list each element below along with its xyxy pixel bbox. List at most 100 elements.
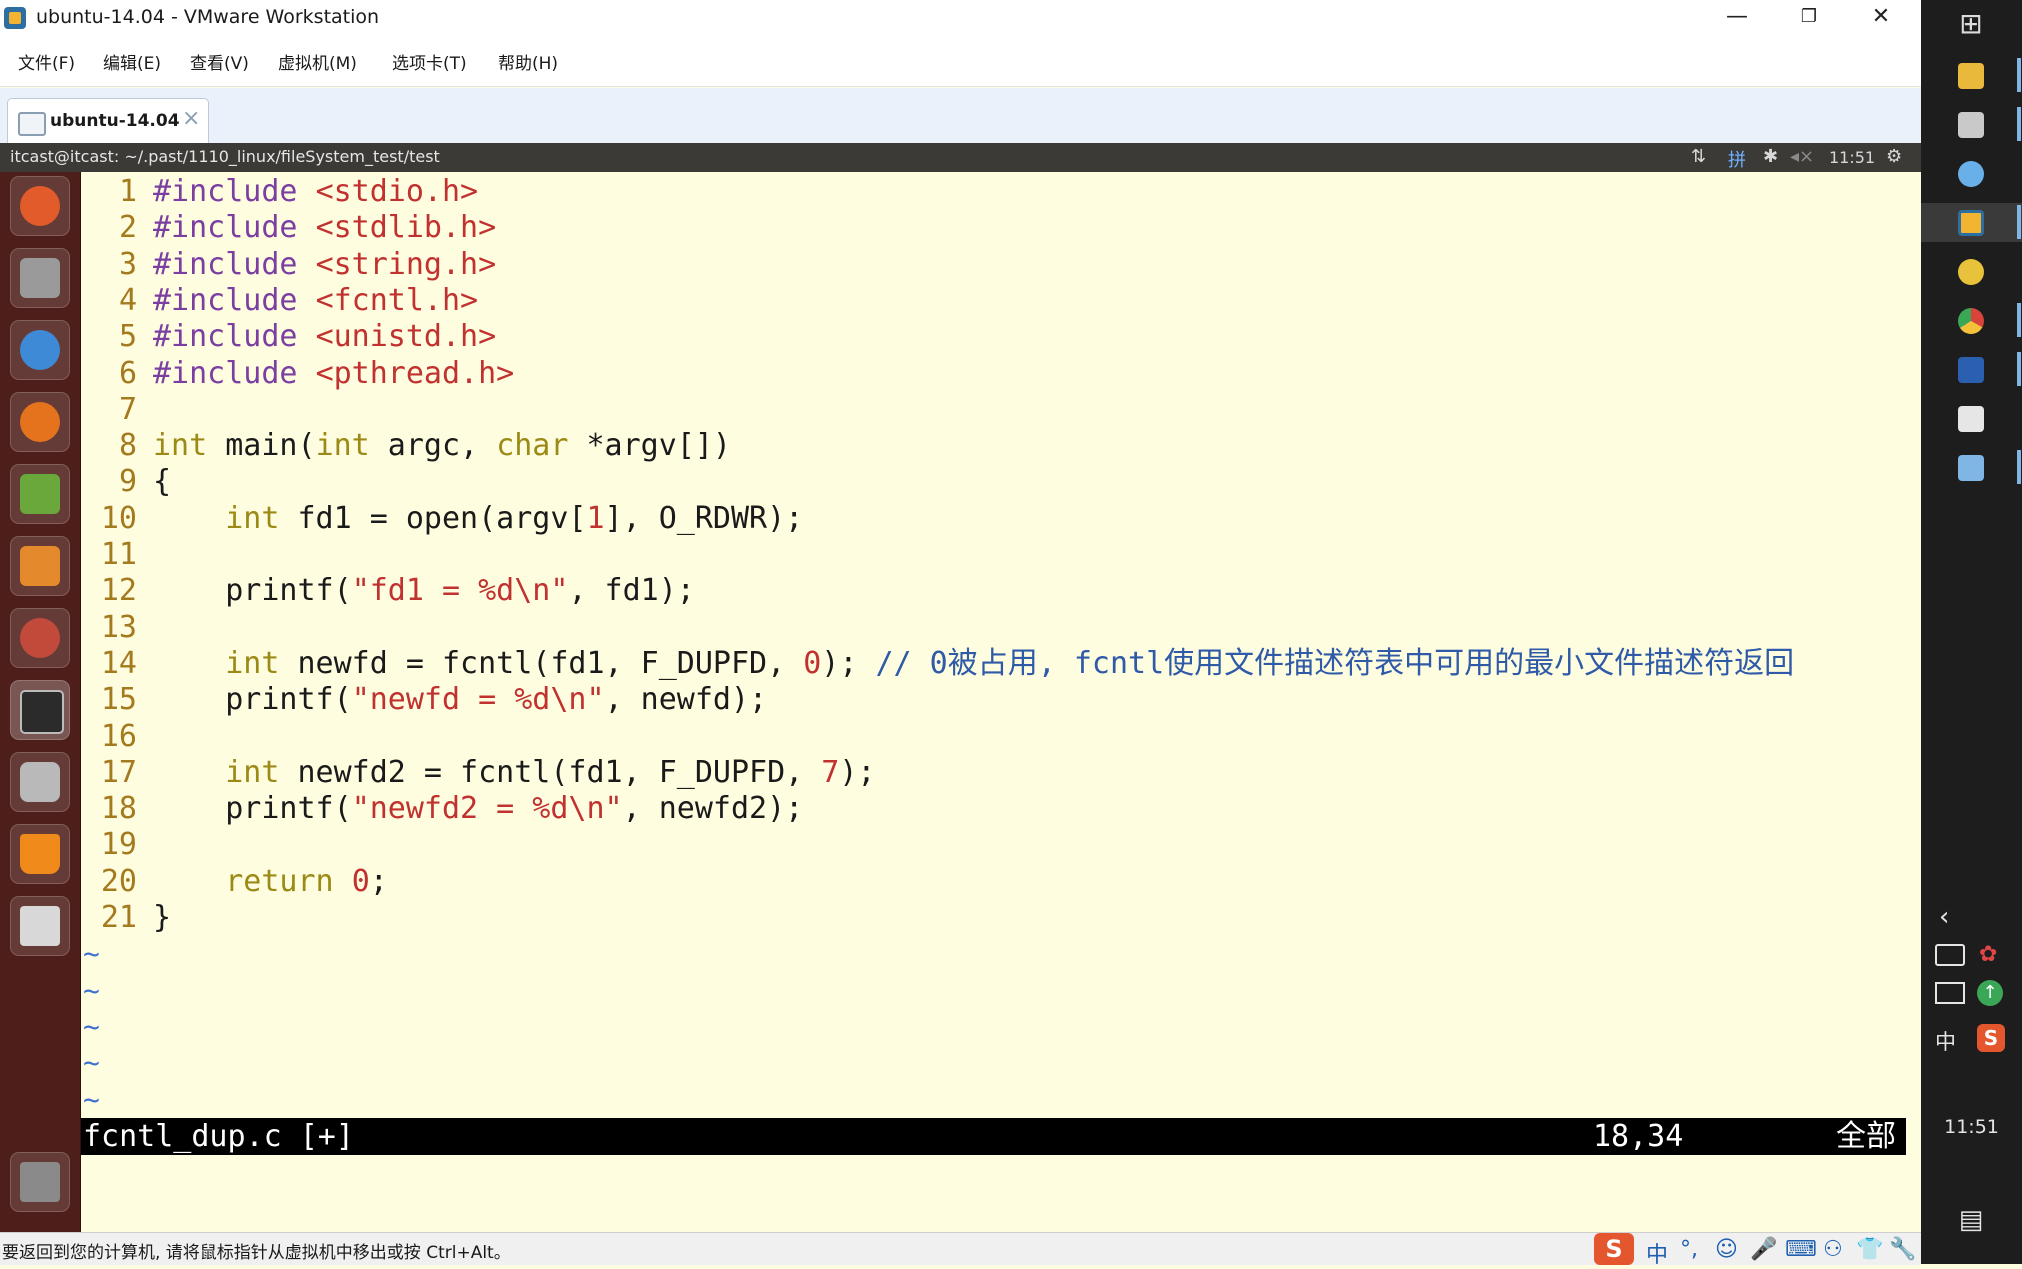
vm-tab-label: ubuntu-14.04 [50, 111, 180, 131]
sogou-ime-icon[interactable]: S [1594, 1233, 1634, 1265]
vm-tab-ubuntu[interactable]: ubuntu-14.04 × [7, 98, 209, 144]
ime-language[interactable]: 中 [1646, 1237, 1668, 1269]
code-line[interactable]: 18 printf("newfd2 = %d\n", newfd2); [81, 791, 803, 827]
vim-cursor-position: 18,34 [1593, 1119, 1684, 1154]
chevron-left-icon[interactable]: ‹ [1939, 902, 1949, 932]
code-line[interactable]: 3 #include <string.h> [81, 247, 496, 283]
battery-icon[interactable] [1935, 944, 1965, 966]
close-button[interactable]: ✕ [1845, 0, 1917, 36]
code-line[interactable]: 1 #include <stdio.h> [81, 174, 478, 210]
taskbar-app-paint[interactable] [1949, 152, 1993, 196]
menu-tabs[interactable]: 选项卡(T) [392, 49, 467, 74]
taskbar-app-word[interactable] [1949, 348, 1993, 392]
code-line[interactable]: 6 #include <pthread.h> [81, 356, 514, 392]
launcher-item-book[interactable] [10, 464, 70, 524]
menu-help[interactable]: 帮助(H) [498, 49, 558, 74]
wrench-icon[interactable]: 🔧 [1889, 1237, 1916, 1262]
line-number: 19 [100, 827, 137, 863]
launcher-item-firefox[interactable] [10, 392, 70, 452]
windows-start-icon[interactable]: ⊞ [1949, 2, 1993, 46]
taskbar-clock[interactable]: 11:51 [1921, 1116, 2022, 1138]
restore-button[interactable]: ❐ [1773, 0, 1845, 36]
launcher-item-terminal[interactable] [10, 680, 70, 740]
input-method-indicator[interactable]: 拼 [1728, 146, 1746, 172]
code-line[interactable]: 15 printf("newfd = %d\n", newfd); [81, 682, 767, 718]
gear-icon[interactable]: ⚙ [1886, 146, 1902, 167]
user-icon[interactable]: ⚇ [1823, 1237, 1843, 1262]
menu-edit[interactable]: 编辑(E) [103, 49, 161, 74]
vmware-app-icon [4, 7, 26, 29]
code-line[interactable]: 4 #include <fcntl.h> [81, 283, 478, 319]
menu-vm[interactable]: 虚拟机(M) [278, 49, 357, 74]
code-line[interactable]: 9{ [81, 464, 171, 500]
tilde-marker: ~ [83, 1082, 100, 1116]
code-token: #include [153, 246, 316, 282]
code-line[interactable]: 2 #include <stdlib.h> [81, 210, 496, 246]
vmware-status-bar: 要返回到您的计算机, 请将鼠标指针从虚拟机中移出或按 Ctrl+Alt。 S 中… [0, 1232, 1921, 1268]
menu-file[interactable]: 文件(F) [18, 49, 75, 74]
panel-clock[interactable]: 11:51 [1829, 148, 1875, 167]
volume-muted-icon[interactable]: ◂× [1790, 146, 1814, 167]
paint-icon [1958, 161, 1984, 187]
taskbar-app-photos[interactable] [1949, 397, 1993, 441]
code-token: } [153, 900, 172, 935]
code-token: argc, [369, 428, 497, 464]
upload-icon[interactable]: ↑ [1977, 980, 2003, 1006]
launcher-item-speaker[interactable] [10, 752, 70, 812]
taskbar-app-vmware[interactable] [1949, 201, 1993, 245]
network-icon[interactable]: ⇅ [1691, 146, 1706, 167]
menu-view[interactable]: 查看(V) [190, 49, 249, 74]
sogou-tray-icon[interactable]: S [1977, 1024, 2005, 1052]
code-line[interactable]: 21} [81, 900, 171, 936]
minimize-button[interactable]: — [1701, 0, 1773, 36]
keyboard-icon[interactable]: ⌨ [1785, 1237, 1817, 1262]
launcher-item-chrome[interactable] [10, 320, 70, 380]
code-line[interactable]: 11 [81, 537, 153, 573]
running-indicator [2017, 450, 2021, 484]
tilde-marker: ~ [83, 973, 100, 1007]
launcher-item-save[interactable] [10, 896, 70, 956]
launcher-item-trash[interactable] [10, 1152, 70, 1212]
code-line[interactable]: 13 [81, 610, 153, 646]
launcher-item-settings[interactable] [10, 608, 70, 668]
taskbar-app-notes[interactable] [1949, 446, 1993, 490]
code-line[interactable]: 7 [81, 392, 153, 428]
line-number: 11 [100, 537, 137, 572]
code-token: #include [153, 282, 316, 318]
vmware-icon [1958, 210, 1984, 236]
launcher-item-sublime[interactable] [10, 536, 70, 596]
code-line[interactable]: 8 int main(int argc, char *argv[]) [81, 428, 731, 464]
code-line[interactable]: 14 int newfd = fcntl(fd1, F_DUPFD, 0); /… [81, 646, 1794, 682]
taskbar-ime-language[interactable]: 中 [1935, 1026, 1956, 1056]
taskbar-app-chrome[interactable] [1949, 299, 1993, 343]
code-line[interactable]: 10 int fd1 = open(argv[1], O_RDWR); [81, 501, 803, 537]
bluetooth-icon[interactable]: ✱ [1763, 146, 1778, 167]
code-line[interactable]: 16 [81, 719, 153, 755]
line-number: 17 [100, 754, 137, 790]
network-monitor-icon[interactable] [1935, 982, 1965, 1004]
ime-punctuation-icon[interactable]: °, [1680, 1237, 1698, 1262]
microphone-icon[interactable]: 🎤 [1750, 1237, 1777, 1262]
code-line[interactable]: 5 #include <unistd.h> [81, 319, 496, 355]
launcher-item-files[interactable] [10, 248, 70, 308]
skin-icon[interactable]: 👕 [1856, 1237, 1883, 1262]
code-line[interactable]: 17 int newfd2 = fcntl(fd1, F_DUPFD, 7); [81, 754, 876, 791]
launcher-item-vlc[interactable] [10, 824, 70, 884]
taskbar-app-sketch[interactable] [1949, 250, 1993, 294]
taskbar-app-explorer[interactable] [1949, 54, 1993, 98]
emoji-icon[interactable]: ☺ [1715, 1237, 1738, 1262]
close-tab-icon[interactable]: × [182, 106, 200, 131]
code-line[interactable]: 19 [81, 827, 153, 863]
notification-icon[interactable]: ▤ [1949, 1198, 1993, 1242]
code-token: int [315, 428, 370, 464]
code-line[interactable]: 12 printf("fd1 = %d\n", fd1); [81, 573, 695, 609]
code-line[interactable]: 20 return 0; [81, 864, 388, 900]
code-token: *argv[]) [568, 428, 731, 464]
flower-app-icon[interactable]: ✿ [1979, 942, 1997, 967]
launcher-item-dash[interactable] [10, 176, 70, 236]
taskbar-app-chat[interactable] [1949, 103, 1993, 147]
vim-editor[interactable]: 1 #include <stdio.h> 2 #include <stdlib.h> 3… [81, 172, 1921, 1232]
explorer-icon [1958, 63, 1984, 89]
line-number: 6 [118, 355, 137, 391]
